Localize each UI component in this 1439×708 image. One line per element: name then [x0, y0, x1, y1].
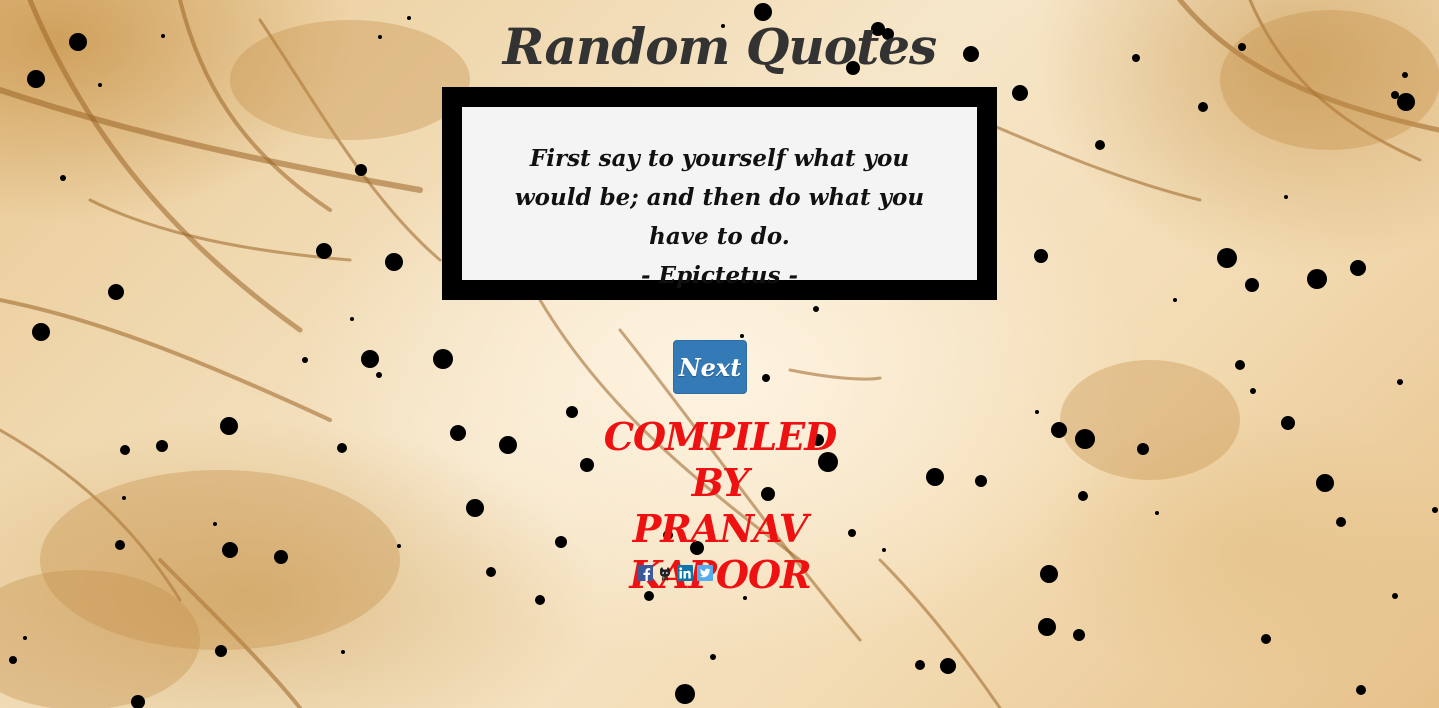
quote-card: First say to yourself what you would be;…: [462, 107, 977, 289]
quote-box: First say to yourself what you would be;…: [442, 87, 997, 300]
social-links: [637, 565, 713, 581]
quote-text: First say to yourself what you would be;…: [514, 145, 925, 250]
twitter-icon[interactable]: [697, 565, 713, 581]
github-icon[interactable]: [657, 565, 673, 581]
quote-author: - Epictetus -: [640, 262, 798, 289]
page-title: Random Quotes: [502, 17, 937, 76]
next-quote-button[interactable]: Next: [673, 340, 747, 394]
linkedin-icon[interactable]: [677, 565, 693, 581]
credit-block: COMPILED BY PRANAV KAPOOR: [570, 414, 870, 598]
credit-line: COMPILED BY: [603, 414, 837, 505]
credit-line: KAPOOR: [629, 552, 811, 597]
facebook-icon[interactable]: [637, 565, 653, 581]
credit-line: PRANAV: [632, 506, 809, 551]
